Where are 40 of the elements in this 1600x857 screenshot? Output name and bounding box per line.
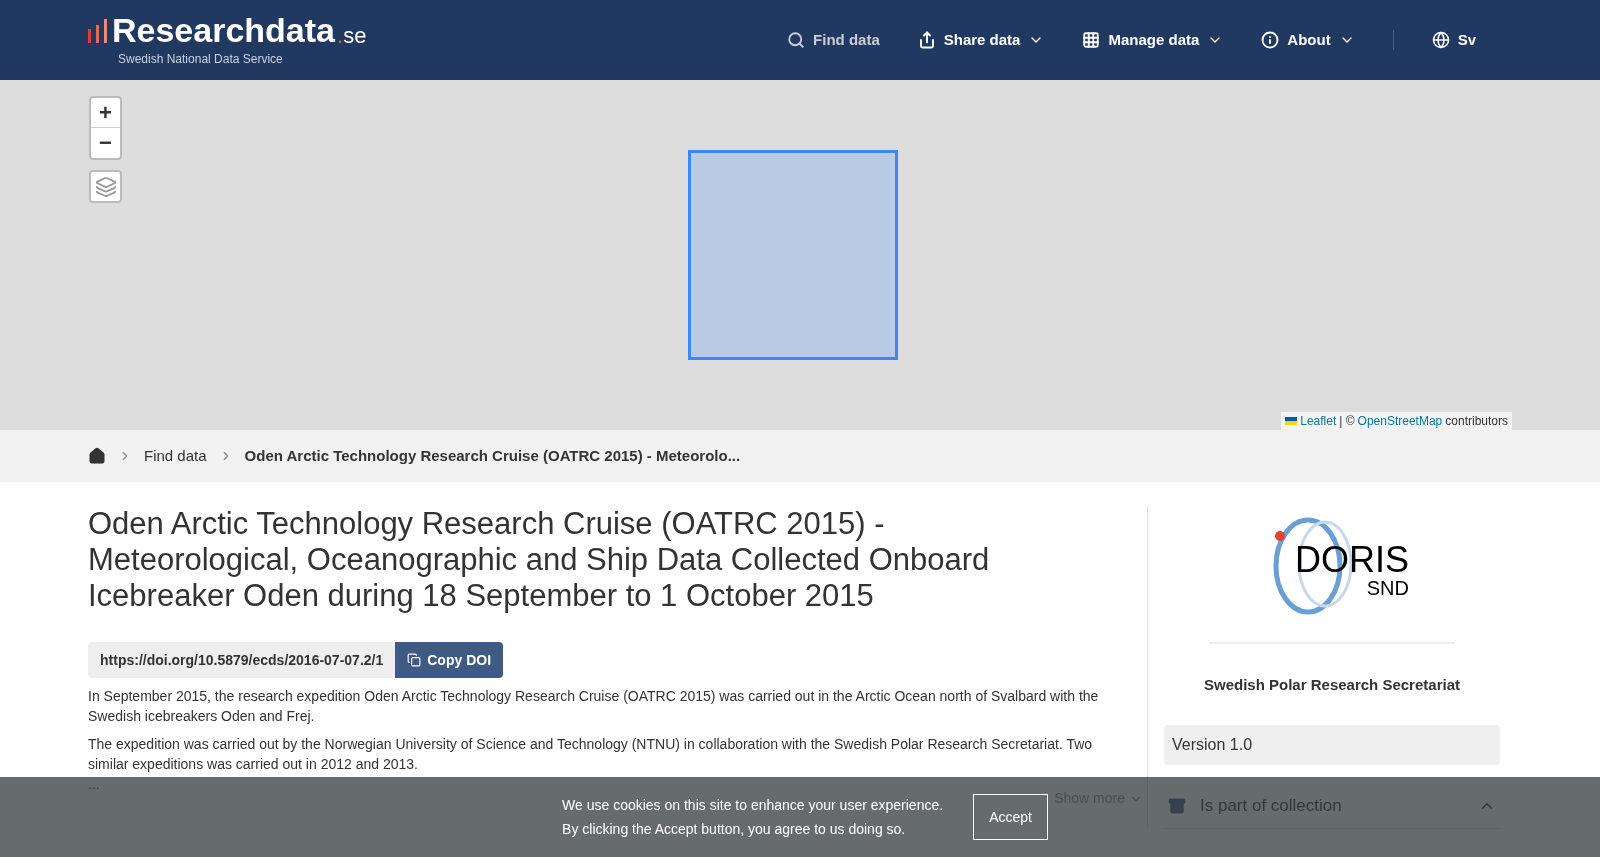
layers-icon xyxy=(94,175,117,198)
ellipsis-text: ... xyxy=(88,775,100,794)
copy-icon xyxy=(407,653,422,667)
language-switch[interactable]: Sv xyxy=(1431,28,1476,52)
globe-icon xyxy=(1431,31,1450,49)
grid-icon xyxy=(1082,31,1101,49)
cookie-message: By clicking the Accept button, you agree to us doing so. xyxy=(562,820,907,839)
logo-tagline: Swedish National Data Service xyxy=(118,50,284,68)
attribution-separator: | © xyxy=(1339,413,1355,430)
doi-field: https://doi.org/10.5879/ecds/2016-07-07.2/1 xyxy=(88,642,396,678)
description-paragraph: The expedition was carried out by the Norwegian University of Science and Technology (NTNU) in collaboration with the Swedish Polar Research Secretariat. Two similar expeditions was carried out in 2012 and 2013. xyxy=(88,735,1094,774)
logo-wordmark: Researchdata xyxy=(112,12,335,47)
zoom-out-button[interactable]: − xyxy=(91,128,120,158)
bar-chart-icon xyxy=(88,18,110,43)
copy-doi-button[interactable]: Copy DOI xyxy=(395,642,504,678)
logo-subtitle: SND xyxy=(1366,578,1409,598)
accept-button[interactable]: Accept xyxy=(973,794,1048,840)
nav-menu-item[interactable]: Manage data xyxy=(1082,28,1224,52)
attribution-text: contributors xyxy=(1445,413,1508,430)
openstreetmap-link[interactable]: OpenStreetMap xyxy=(1357,412,1443,430)
breadcrumb-current[interactable]: Oden Arctic Technology Research Cruise (OATRC 2015) - Meteorolo... xyxy=(244,444,741,468)
leaflet-link[interactable]: Leaflet xyxy=(1300,412,1337,430)
nav-menu-item[interactable]: Share data xyxy=(917,28,1045,52)
layers-button[interactable] xyxy=(89,170,122,203)
map-area[interactable]: + − Leaflet | © OpenStreetMap contributors xyxy=(0,80,1600,430)
organization-name: Swedish Polar Research Secretariat xyxy=(1203,675,1461,695)
info-icon xyxy=(1261,31,1280,49)
nav-menu-item[interactable]: About xyxy=(1261,28,1355,52)
breadcrumb-link[interactable]: Find data xyxy=(144,444,207,468)
search-icon xyxy=(787,31,806,49)
dataset-title: Oden Arctic Technology Research Cruise (OATRC 2015) - Meteorological, Oceanographic and Ship Data Collected Onboard Icebreaker Oden during 18 September to 1 October 2015 xyxy=(88,506,991,614)
nav-menu-item[interactable]: Find data xyxy=(787,28,880,52)
description-paragraph: In September 2015, the research expedition Oden Arctic Technology Research Cruise (OATRC 2015) was carried out in the Arctic Ocean north of Svalbard with the Swedish icebreakers Oden and Frej. xyxy=(88,687,1100,726)
logo-domain: .se xyxy=(337,24,367,47)
cookie-message: We use cookies on this site to enhance your user experience. xyxy=(562,796,944,815)
home-icon[interactable] xyxy=(88,447,106,465)
site-logo[interactable]: Researchdata.se Swedish National Data Service xyxy=(88,12,367,68)
ukraine-flag-icon xyxy=(1285,417,1298,425)
version-label: Version 1.0 xyxy=(1164,724,1500,765)
zoom-in-button[interactable]: + xyxy=(91,98,120,128)
